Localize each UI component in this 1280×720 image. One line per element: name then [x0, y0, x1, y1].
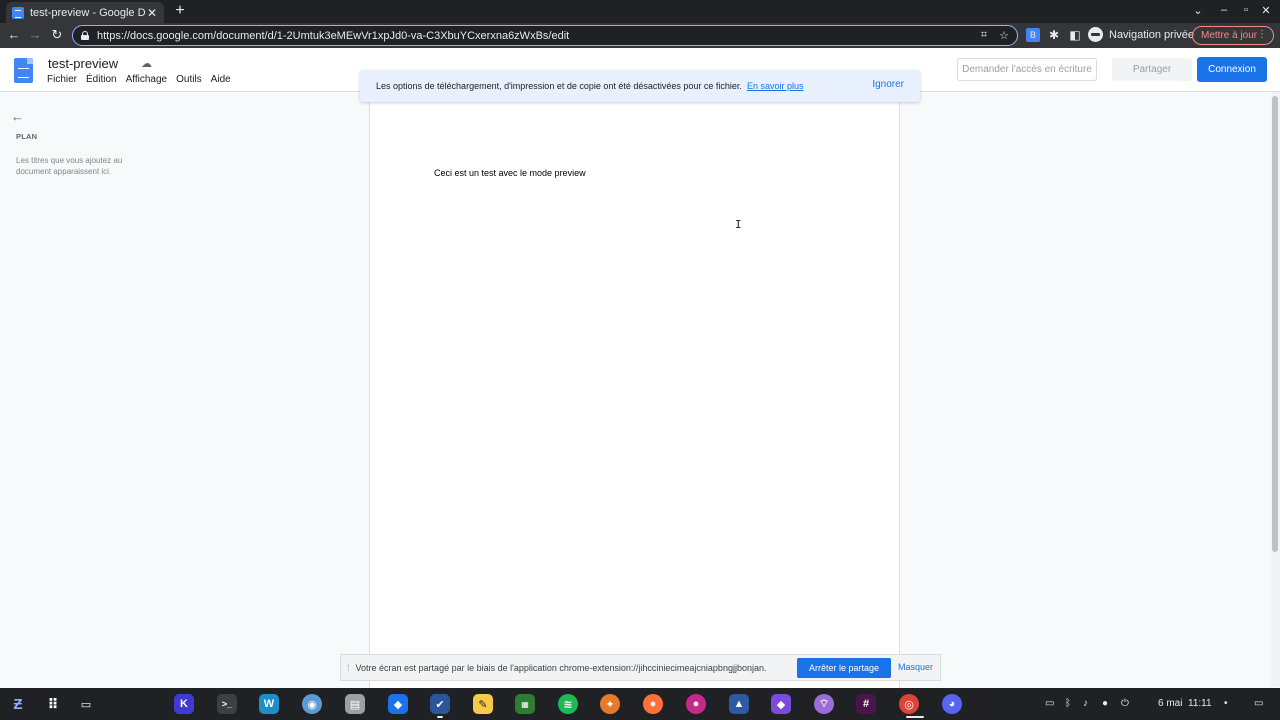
cloud-status-icon[interactable]: ☁ — [141, 57, 152, 70]
date-text: 6 mai — [1158, 698, 1183, 709]
launcher-icon[interactable]: Ƶ — [8, 694, 28, 714]
menu-bar: Fichier Édition Affichage Outils Aide — [47, 74, 231, 85]
files-icon[interactable]: ▤ — [345, 694, 365, 714]
wifi-app-icon[interactable]: ⌔ — [814, 694, 834, 714]
firefox-dev-icon[interactable]: ● — [686, 694, 706, 714]
microphone-icon[interactable]: ● — [1102, 698, 1108, 709]
minimize-button[interactable]: – — [1217, 4, 1231, 16]
request-edit-access-button[interactable]: Demander l'accès en écriture — [957, 58, 1097, 81]
incognito-indicator[interactable]: Navigation privée — [1088, 27, 1194, 42]
screen-share-bar: ⁞ Votre écran est partagé par le biais d… — [340, 654, 941, 681]
obsidian-icon[interactable]: ◆ — [771, 694, 791, 714]
android-studio-icon[interactable]: ▦ — [515, 694, 535, 714]
back-button[interactable]: ← — [6, 27, 22, 43]
tab-title: test-preview - Google Docs — [30, 6, 146, 19]
text-cursor-icon: I — [735, 218, 742, 231]
webstorm-icon[interactable]: W — [259, 694, 279, 714]
kebab-menu-icon: ⋮ — [1257, 29, 1267, 40]
login-button[interactable]: Connexion — [1197, 57, 1267, 82]
drag-handle-icon[interactable]: ⁞ — [347, 663, 350, 673]
docs-favicon-icon — [12, 6, 24, 19]
learn-more-link[interactable]: En savoir plus — [747, 81, 804, 91]
screen-capture-icon[interactable]: ▭ — [1045, 698, 1054, 709]
menu-file[interactable]: Fichier — [47, 74, 77, 85]
volume-icon[interactable]: ♪ — [1083, 698, 1088, 709]
os-shelf: Ƶ ⠿ ▭ K >_ W ◉ ▤ ◆ ✔ ✎ ▦ ≋ ✦ ● ● ▲ ◆ ⌔ #… — [0, 688, 1280, 720]
chrome-icon[interactable]: ◎ — [899, 694, 919, 714]
tab-search-icon[interactable]: ⌄ — [1191, 4, 1205, 17]
firefox-icon[interactable]: ● — [643, 694, 663, 714]
banner-message: Les options de téléchargement, d'impress… — [376, 81, 742, 91]
running-indicator — [437, 716, 443, 718]
maximize-button[interactable]: ▫ — [1239, 4, 1253, 16]
lock-icon[interactable] — [81, 31, 89, 40]
tab-close-icon[interactable]: ✕ — [146, 6, 158, 20]
overview-icon[interactable]: ▭ — [76, 694, 96, 714]
extensions-puzzle-icon[interactable]: ✱ — [1047, 28, 1061, 42]
url-text[interactable]: https://docs.google.com/document/d/1-2Um… — [97, 30, 969, 42]
document-page[interactable]: Ceci est un test avec le mode preview — [369, 92, 900, 720]
outline-title: PLAN — [16, 132, 38, 141]
photos-icon[interactable]: ▲ — [729, 694, 749, 714]
bluetooth-icon[interactable]: ᛒ — [1065, 698, 1071, 709]
docs-logo-icon[interactable] — [14, 58, 33, 83]
menu-view[interactable]: Affichage — [126, 74, 168, 85]
incognito-icon — [1088, 27, 1103, 42]
close-outline-arrow-icon[interactable]: ← — [11, 109, 24, 124]
qr-code-icon[interactable]: ⌗ — [981, 29, 987, 42]
outline-hint: Les titres que vous ajoutez au document … — [16, 156, 123, 176]
browser-tab[interactable]: test-preview - Google Docs ✕ — [6, 2, 164, 23]
notification-dot-icon[interactable]: • — [1224, 698, 1228, 709]
bookmark-star-icon[interactable]: ☆ — [999, 29, 1009, 42]
active-app-indicator — [906, 716, 924, 718]
ignore-button[interactable]: Ignorer — [872, 79, 904, 90]
window-overview-icon[interactable]: ▭ — [1254, 698, 1263, 709]
stop-sharing-button[interactable]: Arrêter le partage — [797, 658, 891, 678]
hide-share-bar-button[interactable]: Masquer — [898, 662, 933, 672]
update-label: Mettre à jour — [1201, 30, 1258, 41]
tasks-icon[interactable]: ✔ — [430, 694, 450, 714]
tab-strip: test-preview - Google Docs ✕ + ⌄ – ▫ ✕ — [0, 0, 1280, 23]
store-icon[interactable]: ◆ — [388, 694, 408, 714]
slack-icon[interactable]: # — [856, 694, 876, 714]
share-button[interactable]: Partager — [1112, 58, 1192, 81]
sync-app-icon[interactable]: ◉ — [302, 694, 322, 714]
reload-button[interactable]: ↻ — [49, 27, 65, 43]
extension-badge-icon[interactable]: B — [1026, 28, 1040, 42]
menu-help[interactable]: Aide — [211, 74, 231, 85]
close-window-button[interactable]: ✕ — [1259, 4, 1273, 17]
browser-toolbar: ← → ↻ https://docs.google.com/document/d… — [0, 23, 1280, 48]
kotlin-app-icon[interactable]: K — [174, 694, 194, 714]
notes-icon[interactable]: ✎ — [473, 694, 493, 714]
address-bar[interactable]: https://docs.google.com/document/d/1-2Um… — [72, 25, 1018, 46]
side-panel-icon[interactable]: ◧ — [1068, 28, 1082, 42]
incognito-label: Navigation privée — [1109, 28, 1194, 41]
new-tab-button[interactable]: + — [172, 3, 188, 19]
menu-edit[interactable]: Édition — [86, 74, 117, 85]
scrollbar-thumb[interactable] — [1272, 96, 1278, 552]
terminal-icon[interactable]: >_ — [217, 694, 237, 714]
app-grid-icon[interactable]: ⠿ — [43, 694, 63, 714]
document-body-text[interactable]: Ceci est un test avec le mode preview — [434, 168, 586, 178]
system-clock[interactable]: 6 mai 11:11 — [1158, 698, 1212, 709]
document-title[interactable]: test-preview — [48, 56, 118, 71]
menu-tools[interactable]: Outils — [176, 74, 202, 85]
time-text: 11:11 — [1188, 698, 1212, 709]
power-icon[interactable]: ⏻ — [1121, 698, 1129, 709]
discord-icon[interactable]: ◕ — [942, 694, 962, 714]
update-button[interactable]: Mettre à jour ⋮ — [1192, 26, 1274, 45]
forward-button[interactable]: → — [27, 27, 43, 43]
spotify-icon[interactable]: ≋ — [558, 694, 578, 714]
screen-share-message: Votre écran est partagé par le biais de … — [355, 662, 767, 673]
browser-alt-icon[interactable]: ✦ — [600, 694, 620, 714]
restriction-banner: Les options de téléchargement, d'impress… — [360, 70, 920, 102]
